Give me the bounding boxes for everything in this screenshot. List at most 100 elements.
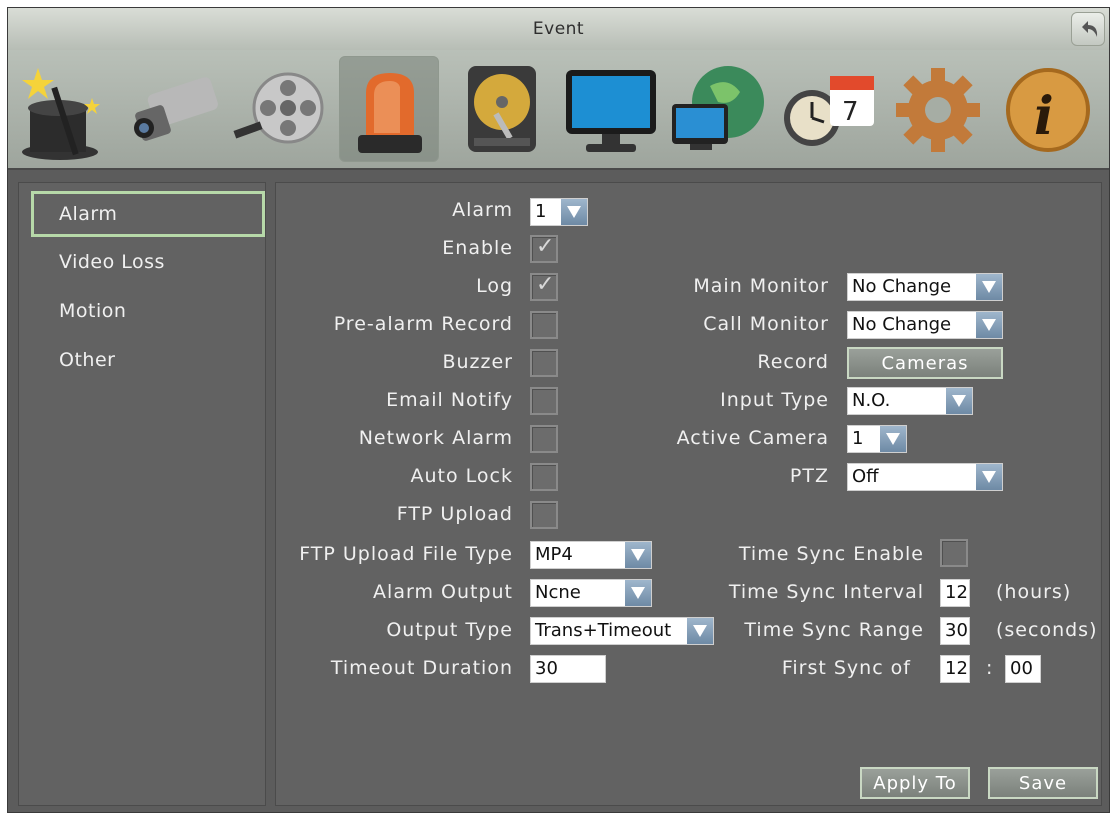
save-button[interactable]: Save — [988, 767, 1098, 799]
time-sync-interval-label: Time Sync Interval — [728, 581, 924, 603]
chevron-down-icon — [687, 618, 713, 644]
first-sync-minute-input[interactable]: 00 — [1005, 655, 1041, 683]
pre-alarm-label: Pre-alarm Record — [333, 313, 513, 335]
monitor-icon[interactable] — [562, 56, 662, 162]
title-bar: Event — [8, 8, 1109, 50]
chevron-down-icon — [976, 312, 1002, 338]
chevron-down-icon — [561, 199, 587, 225]
ptz-label: PTZ — [789, 465, 829, 487]
sidebar: Alarm Video Loss Motion Other — [18, 182, 266, 806]
event-window: Event 7 i Alarm Video Loss Motion Other … — [7, 7, 1110, 813]
alarm-value: 1 — [535, 201, 547, 222]
camera-icon[interactable] — [120, 56, 220, 162]
enable-checkbox[interactable]: ✓ — [530, 234, 558, 263]
time-sync-range-input[interactable]: 30 — [940, 617, 970, 645]
record-label: Record — [757, 351, 829, 373]
wizard-icon[interactable] — [12, 56, 112, 162]
output-type-select[interactable]: Trans+Timeout — [530, 617, 714, 645]
time-sync-range-label: Time Sync Range — [744, 619, 924, 641]
sidebar-item-alarm[interactable]: Alarm — [31, 191, 265, 237]
ftp-file-type-value: MP4 — [535, 544, 573, 565]
active-camera-label: Active Camera — [676, 427, 829, 449]
main-monitor-select[interactable]: No Change — [847, 273, 1003, 301]
auto-lock-checkbox[interactable] — [530, 463, 558, 491]
input-type-value: N.O. — [852, 390, 891, 411]
ptz-select[interactable]: Off — [847, 463, 1003, 491]
main-monitor-label: Main Monitor — [693, 275, 829, 297]
time-sync-interval-input[interactable]: 12 — [940, 579, 970, 607]
sidebar-item-video-loss[interactable]: Video Loss — [31, 239, 265, 285]
network-alarm-checkbox[interactable] — [530, 425, 558, 453]
call-monitor-value: No Change — [852, 314, 952, 335]
alarm-output-label: Alarm Output — [373, 581, 513, 603]
alarm-label: Alarm — [452, 199, 513, 221]
alarm-output-select[interactable]: Ncne — [530, 579, 652, 607]
sidebar-item-label: Motion — [59, 300, 127, 322]
log-label: Log — [476, 275, 513, 297]
back-button[interactable] — [1071, 12, 1105, 46]
svg-text:7: 7 — [842, 97, 859, 127]
input-type-select[interactable]: N.O. — [847, 387, 973, 415]
time-sync-enable-checkbox[interactable] — [940, 539, 968, 567]
sidebar-item-label: Other — [59, 349, 116, 371]
timeout-duration-label: Timeout Duration — [330, 657, 513, 679]
buzzer-checkbox[interactable] — [530, 349, 558, 377]
main-monitor-value: No Change — [852, 276, 952, 297]
window-title: Event — [532, 19, 585, 39]
ftp-upload-label: FTP Upload — [396, 503, 513, 525]
output-type-value: Trans+Timeout — [535, 620, 672, 641]
first-sync-hour-input[interactable]: 12 — [940, 655, 970, 683]
chevron-down-icon — [946, 388, 972, 414]
chevron-down-icon — [625, 580, 651, 606]
log-checkbox[interactable]: ✓ — [530, 272, 558, 301]
enable-label: Enable — [442, 237, 513, 259]
hard-drive-icon[interactable] — [456, 56, 556, 162]
sidebar-item-motion[interactable]: Motion — [31, 288, 265, 334]
alarm-settings-panel: Alarm 1 Enable ✓ Log ✓ Pre-alarm Record … — [275, 182, 1102, 806]
chevron-down-icon — [976, 464, 1002, 490]
ftp-upload-checkbox[interactable] — [530, 501, 558, 529]
check-icon: ✓ — [536, 234, 555, 259]
network-alarm-label: Network Alarm — [358, 427, 513, 449]
ftp-file-type-select[interactable]: MP4 — [530, 541, 652, 569]
timeout-duration-input[interactable]: 30 — [530, 655, 606, 683]
first-sync-label: First Sync of — [781, 657, 911, 679]
back-arrow-icon — [1082, 21, 1098, 37]
call-monitor-select[interactable]: No Change — [847, 311, 1003, 339]
apply-to-button[interactable]: Apply To — [860, 767, 970, 799]
schedule-icon[interactable]: 7 — [778, 56, 878, 162]
chevron-down-icon — [625, 542, 651, 568]
buzzer-label: Buzzer — [442, 351, 513, 373]
output-type-label: Output Type — [386, 619, 513, 641]
ptz-value: Off — [852, 466, 879, 487]
chevron-down-icon — [880, 426, 906, 452]
sidebar-item-other[interactable]: Other — [31, 337, 265, 383]
alarm-select[interactable]: 1 — [530, 198, 588, 226]
check-icon: ✓ — [536, 272, 555, 297]
ftp-file-type-label: FTP Upload File Type — [299, 543, 513, 565]
call-monitor-label: Call Monitor — [703, 313, 829, 335]
alarm-output-value: Ncne — [535, 582, 581, 603]
film-reel-icon[interactable] — [232, 56, 332, 162]
info-icon[interactable]: i — [998, 56, 1098, 162]
hours-unit-label: (hours) — [996, 581, 1072, 603]
seconds-unit-label: (seconds) — [996, 619, 1098, 641]
pre-alarm-checkbox[interactable] — [530, 311, 558, 339]
email-notify-label: Email Notify — [386, 389, 513, 411]
alarm-light-icon[interactable] — [339, 56, 439, 162]
sidebar-item-label: Video Loss — [59, 251, 165, 273]
main-toolbar: 7 i — [8, 50, 1109, 170]
auto-lock-label: Auto Lock — [410, 465, 513, 487]
input-type-label: Input Type — [720, 389, 829, 411]
network-icon[interactable] — [670, 56, 770, 162]
time-sync-enable-label: Time Sync Enable — [738, 543, 924, 565]
cameras-button[interactable]: Cameras — [847, 347, 1003, 379]
sidebar-item-label: Alarm — [59, 203, 118, 225]
chevron-down-icon — [976, 274, 1002, 300]
email-notify-checkbox[interactable] — [530, 387, 558, 415]
active-camera-value: 1 — [852, 428, 864, 449]
first-sync-separator: : — [986, 657, 994, 679]
active-camera-select[interactable]: 1 — [847, 425, 907, 453]
gear-icon[interactable] — [888, 56, 988, 162]
svg-text:i: i — [1034, 86, 1054, 147]
